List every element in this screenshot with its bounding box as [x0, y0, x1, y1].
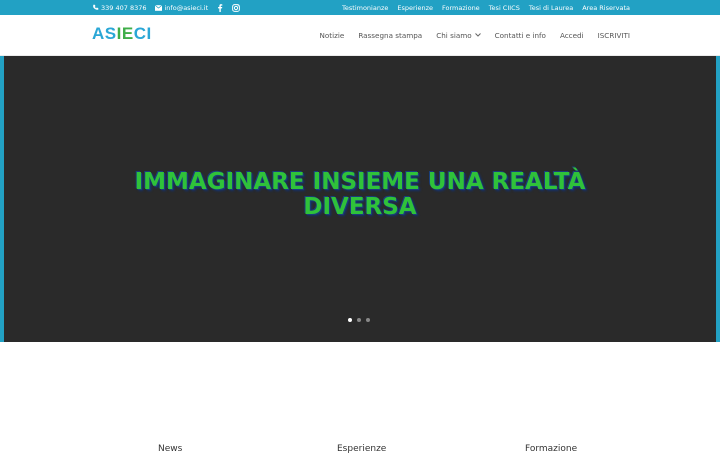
nav-item-rassegna-stampa[interactable]: Rassegna stampa [358, 31, 422, 40]
hero-title-line1: IMMAGINARE INSIEME UNA REALTÀ [134, 169, 586, 195]
nav-label: Notizie [319, 30, 345, 40]
section-heading-esperienze: Esperienze [337, 444, 387, 454]
top-link-testimonianze[interactable]: Testimonianze [342, 4, 388, 12]
section-heading-formazione: Formazione [525, 444, 578, 454]
contact-info: 339 407 8376 info@asieci.it [91, 0, 241, 15]
nav-item-chi-siamo[interactable]: Chi siamo [436, 30, 481, 40]
mail-icon [155, 4, 163, 12]
top-link-formazione[interactable]: Formazione [442, 4, 480, 12]
hero-title-line2: DIVERSA [303, 194, 417, 220]
top-bar: 339 407 8376 info@asieci.it Testimonianz… [0, 0, 720, 15]
slider-dot-2[interactable] [357, 318, 361, 322]
nav-item-iscriviti[interactable]: ISCRIVITI [598, 31, 630, 40]
top-link-area-riservata[interactable]: Area Riservata [582, 4, 630, 12]
section-heading-news: News [158, 444, 183, 454]
nav-label: Chi siamo [436, 30, 472, 40]
phone-number: 339 407 8376 [101, 3, 147, 12]
email-address: info@asieci.it [164, 3, 209, 12]
top-links: Testimonianze Esperienze Formazione Tesi… [342, 0, 630, 15]
site-logo[interactable]: ASIECI [92, 25, 156, 45]
nav-item-accedi[interactable]: Accedi [560, 31, 584, 40]
nav-label: Contatti e info [494, 30, 546, 40]
top-link-esperienze[interactable]: Esperienze [397, 4, 433, 12]
nav-item-notizie[interactable]: Notizie [320, 31, 345, 40]
nav-item-contatti[interactable]: Contatti e info [495, 31, 546, 40]
nav-label: Accedi [559, 30, 584, 40]
main-header: ASIECI Notizie Rassegna stampa Chi siamo… [0, 15, 720, 55]
hero-title: IMMAGINARE INSIEME UNA REALTÀ DIVERSA [0, 170, 720, 220]
slider-dot-1[interactable] [348, 318, 352, 322]
chevron-down-icon [474, 32, 481, 39]
top-link-tesi-di-laurea[interactable]: Tesi di Laurea [529, 4, 573, 12]
slider-dot-3[interactable] [366, 318, 370, 322]
slider-dots [348, 318, 370, 322]
facebook-icon[interactable] [216, 3, 224, 12]
main-nav: Notizie Rassegna stampa Chi siamo Contat… [320, 15, 630, 55]
email-contact[interactable]: info@asieci.it [155, 3, 209, 12]
nav-label: Rassegna stampa [358, 30, 423, 40]
phone-icon [91, 4, 99, 12]
phone-contact[interactable]: 339 407 8376 [91, 4, 147, 12]
instagram-icon[interactable] [232, 3, 241, 12]
top-link-tesi-ciics[interactable]: Tesi CIICS [489, 4, 520, 12]
logo-mark: ASIECI [92, 24, 152, 43]
nav-label: ISCRIVITI [597, 30, 630, 40]
